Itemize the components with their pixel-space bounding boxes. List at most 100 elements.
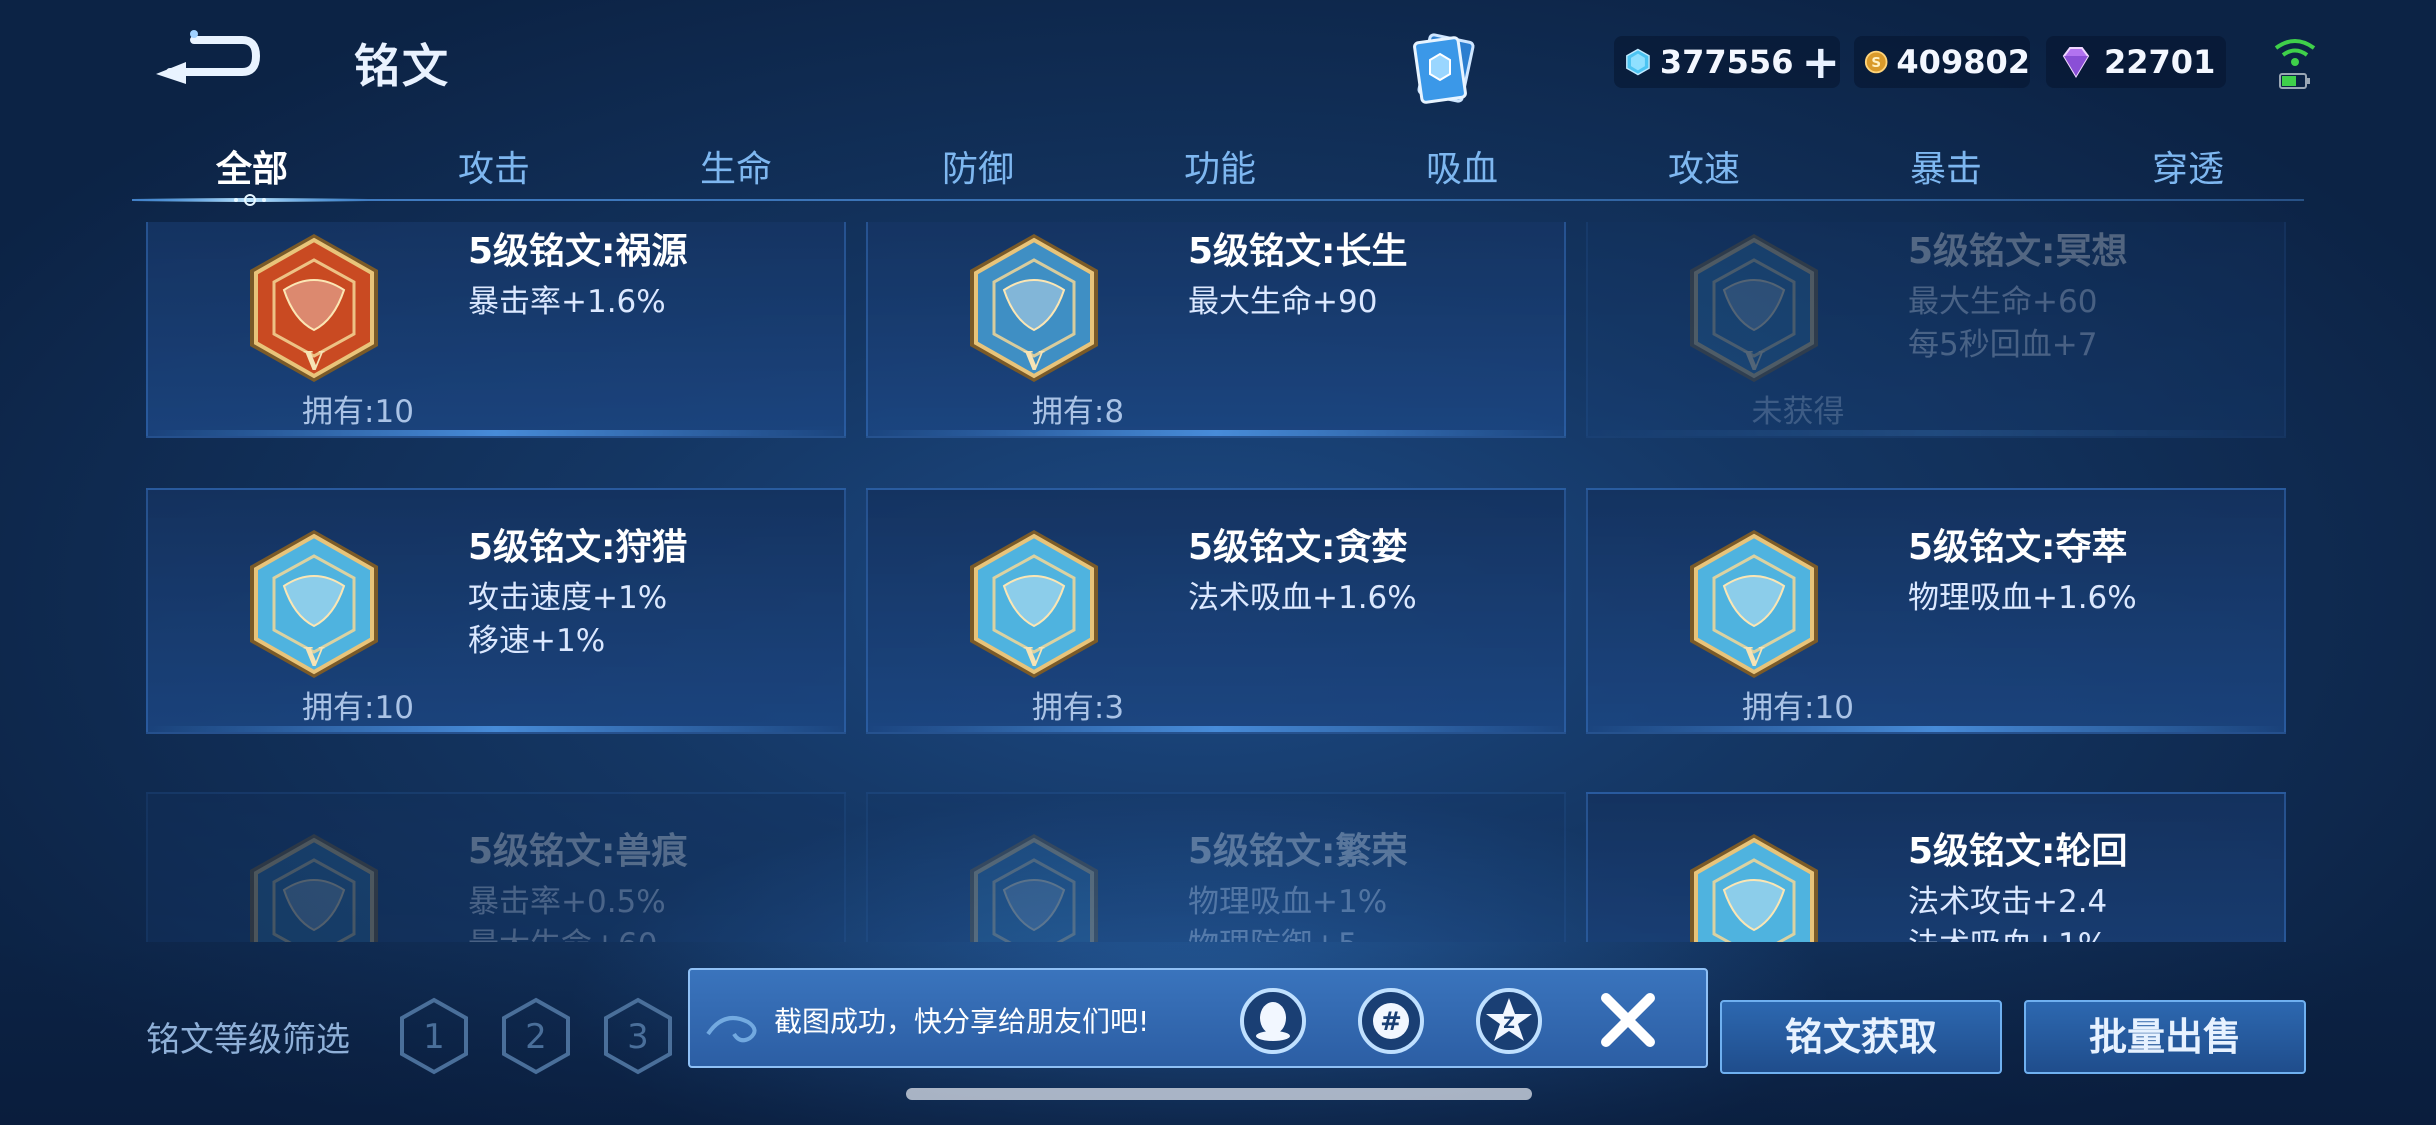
rune-owned-count: 拥有:8 bbox=[1031, 394, 1125, 430]
rune-card[interactable]: V 5级铭文:贪婪法术吸血+1.6% 拥有:3 bbox=[866, 488, 1566, 734]
rune-owned-count: 拥有:10 bbox=[1742, 690, 1854, 726]
rune-stat: 攻击速度+1% bbox=[468, 580, 668, 616]
batch-sell-button[interactable]: 批量出售 bbox=[2024, 1000, 2306, 1074]
rune-emblem-icon: V bbox=[970, 234, 1098, 382]
gold-currency: S 409802 bbox=[1854, 36, 2030, 88]
rune-stat: 暴击率+1.6% bbox=[468, 284, 666, 320]
gold-amount: 409802 bbox=[1896, 43, 2030, 81]
tab-all[interactable]: 全部 bbox=[172, 140, 332, 192]
level-filter-3[interactable]: 3 bbox=[602, 996, 674, 1076]
rune-card[interactable]: V 5级铭文:轮回法术攻击+2.4法术吸血+1% bbox=[1586, 792, 2286, 942]
rune-owned-count: 未获得 bbox=[1751, 394, 1845, 430]
rune-card[interactable]: V 5级铭文:祸源暴击率+1.6% 拥有:10 bbox=[146, 222, 846, 438]
page-title: 铭文 bbox=[354, 39, 450, 93]
tab-crit[interactable]: 暴击 bbox=[1866, 140, 2026, 192]
svg-text:2: 2 bbox=[525, 1017, 547, 1057]
tab-penetration[interactable]: 穿透 bbox=[2108, 140, 2268, 192]
rune-stat: 移速+1% bbox=[468, 623, 606, 659]
level-filter-1[interactable]: 1 bbox=[398, 996, 470, 1076]
rune-card[interactable]: V 5级铭文:狩猎攻击速度+1% 移速+1% 拥有:10 bbox=[146, 488, 846, 734]
svg-text:V: V bbox=[303, 643, 325, 673]
svg-text:V: V bbox=[1023, 347, 1045, 377]
svg-text:V: V bbox=[303, 347, 325, 377]
level-filter-label: 铭文等级筛选 bbox=[146, 1020, 350, 1060]
rune-emblem-icon: V bbox=[1690, 834, 1818, 942]
rune-card[interactable]: V 5级铭文:夺萃物理吸血+1.6% 拥有:10 bbox=[1586, 488, 2286, 734]
rune-stat: 物理吸血+1.6% bbox=[1908, 580, 2137, 616]
gem-amount: 22701 bbox=[2104, 43, 2216, 81]
rune-stat: 最大生命+90 bbox=[1188, 284, 1378, 320]
svg-text:S: S bbox=[1871, 56, 1881, 71]
diamond-currency: 377556 + bbox=[1614, 36, 1840, 88]
rune-name: 5级铭文:贪婪 bbox=[1188, 527, 1408, 568]
home-indicator[interactable] bbox=[906, 1088, 1532, 1100]
rune-stat: 法术吸血+1.6% bbox=[1188, 580, 1417, 616]
rune-name: 5级铭文:冥想 bbox=[1908, 231, 2128, 272]
card-glow bbox=[1588, 430, 2284, 436]
add-diamond-icon[interactable]: + bbox=[1801, 39, 1840, 85]
rune-name: 5级铭文:祸源 bbox=[468, 231, 688, 272]
rune-owned-count: 拥有:3 bbox=[1031, 690, 1125, 726]
gold-coin-icon: S bbox=[1864, 50, 1888, 74]
rune-stat: 法术攻击+2.4 bbox=[1908, 884, 2108, 920]
rune-emblem-icon: V bbox=[1690, 234, 1818, 382]
tab-attack-speed[interactable]: 攻速 bbox=[1624, 140, 1784, 192]
close-icon[interactable] bbox=[1596, 988, 1660, 1052]
card-glow bbox=[868, 726, 1564, 732]
svg-text:V: V bbox=[1743, 643, 1765, 673]
tab-function[interactable]: 功能 bbox=[1140, 140, 1300, 192]
rune-stat: 物理吸血+1% bbox=[1188, 884, 1388, 920]
qzone-share-icon[interactable]: Z bbox=[1474, 986, 1544, 1056]
rune-owned-count: 拥有:10 bbox=[302, 690, 414, 726]
rune-stat: 最大生命+60 bbox=[468, 919, 657, 942]
screenshot-share-toast: 截图成功，快分享给朋友们吧! # Z bbox=[688, 968, 1708, 1068]
wifi-battery-icon bbox=[2274, 39, 2316, 89]
svg-text:3: 3 bbox=[627, 1017, 649, 1057]
rune-card[interactable]: V 5级铭文:兽痕暴击率+0.5%最大生命+60 bbox=[146, 792, 846, 942]
diamond-icon bbox=[1626, 48, 1650, 76]
rune-card[interactable]: V 5级铭文:冥想最大生命+60 每5秒回血+7 未获得 bbox=[1586, 222, 2286, 438]
rune-name: 5级铭文:繁荣 bbox=[1188, 831, 1408, 872]
back-icon[interactable] bbox=[150, 28, 260, 88]
gem-currency: 22701 bbox=[2046, 36, 2226, 88]
gem-icon bbox=[2062, 47, 2090, 78]
level-filter-2[interactable]: 2 bbox=[500, 996, 572, 1076]
tab-defense[interactable]: 防御 bbox=[898, 140, 1058, 192]
rune-stat: 每5秒回血+7 bbox=[1908, 327, 2098, 363]
rune-emblem-icon: V bbox=[970, 834, 1098, 942]
card-glow bbox=[148, 726, 844, 732]
rune-stat: 法术吸血+1% bbox=[1908, 919, 2107, 942]
toast-message: 截图成功，快分享给朋友们吧! bbox=[774, 1005, 1150, 1038]
card-glow bbox=[148, 430, 844, 436]
tab-divider bbox=[132, 199, 2304, 201]
diamond-amount: 377556 bbox=[1659, 43, 1794, 81]
rune-name: 5级铭文:轮回 bbox=[1908, 831, 2128, 872]
rune-emblem-icon: V bbox=[250, 234, 378, 382]
cloud-swirl-icon bbox=[706, 1016, 757, 1043]
rune-emblem-icon: V bbox=[970, 530, 1098, 678]
rune-card[interactable]: V 5级铭文:繁荣物理吸血+1%物理防御+5 bbox=[866, 792, 1566, 942]
rune-stat: 暴击率+0.5% bbox=[468, 884, 666, 920]
rune-emblem-icon: V bbox=[1690, 530, 1818, 678]
hashtag-share-icon[interactable]: # bbox=[1356, 986, 1426, 1056]
card-glow bbox=[868, 430, 1564, 436]
svg-text:#: # bbox=[1380, 1007, 1402, 1037]
category-tabs: 全部 攻击 生命 防御 功能 吸血 攻速 暴击 穿透 bbox=[132, 132, 2304, 202]
rune-book-icon[interactable] bbox=[1410, 28, 1486, 108]
rune-name: 5级铭文:兽痕 bbox=[468, 831, 688, 872]
rune-owned-count: 拥有:10 bbox=[302, 394, 414, 430]
svg-text:1: 1 bbox=[423, 1017, 445, 1057]
rune-stat: 最大生命+60 bbox=[1908, 284, 2098, 320]
tab-attack[interactable]: 攻击 bbox=[414, 140, 574, 192]
rune-stat: 物理防御+5 bbox=[1188, 919, 1358, 942]
qq-share-icon[interactable] bbox=[1238, 986, 1308, 1056]
tab-health[interactable]: 生命 bbox=[656, 140, 816, 192]
get-runes-button[interactable]: 铭文获取 bbox=[1720, 1000, 2002, 1074]
tab-lifesteal[interactable]: 吸血 bbox=[1382, 140, 1542, 192]
svg-text:V: V bbox=[1023, 643, 1045, 673]
rune-name: 5级铭文:狩猎 bbox=[468, 527, 688, 568]
rune-name: 5级铭文:夺萃 bbox=[1908, 527, 2128, 568]
rune-emblem-icon: V bbox=[250, 530, 378, 678]
card-glow bbox=[1588, 726, 2284, 732]
rune-card[interactable]: V 5级铭文:长生 最大生命+90 拥有:8 bbox=[866, 222, 1566, 438]
